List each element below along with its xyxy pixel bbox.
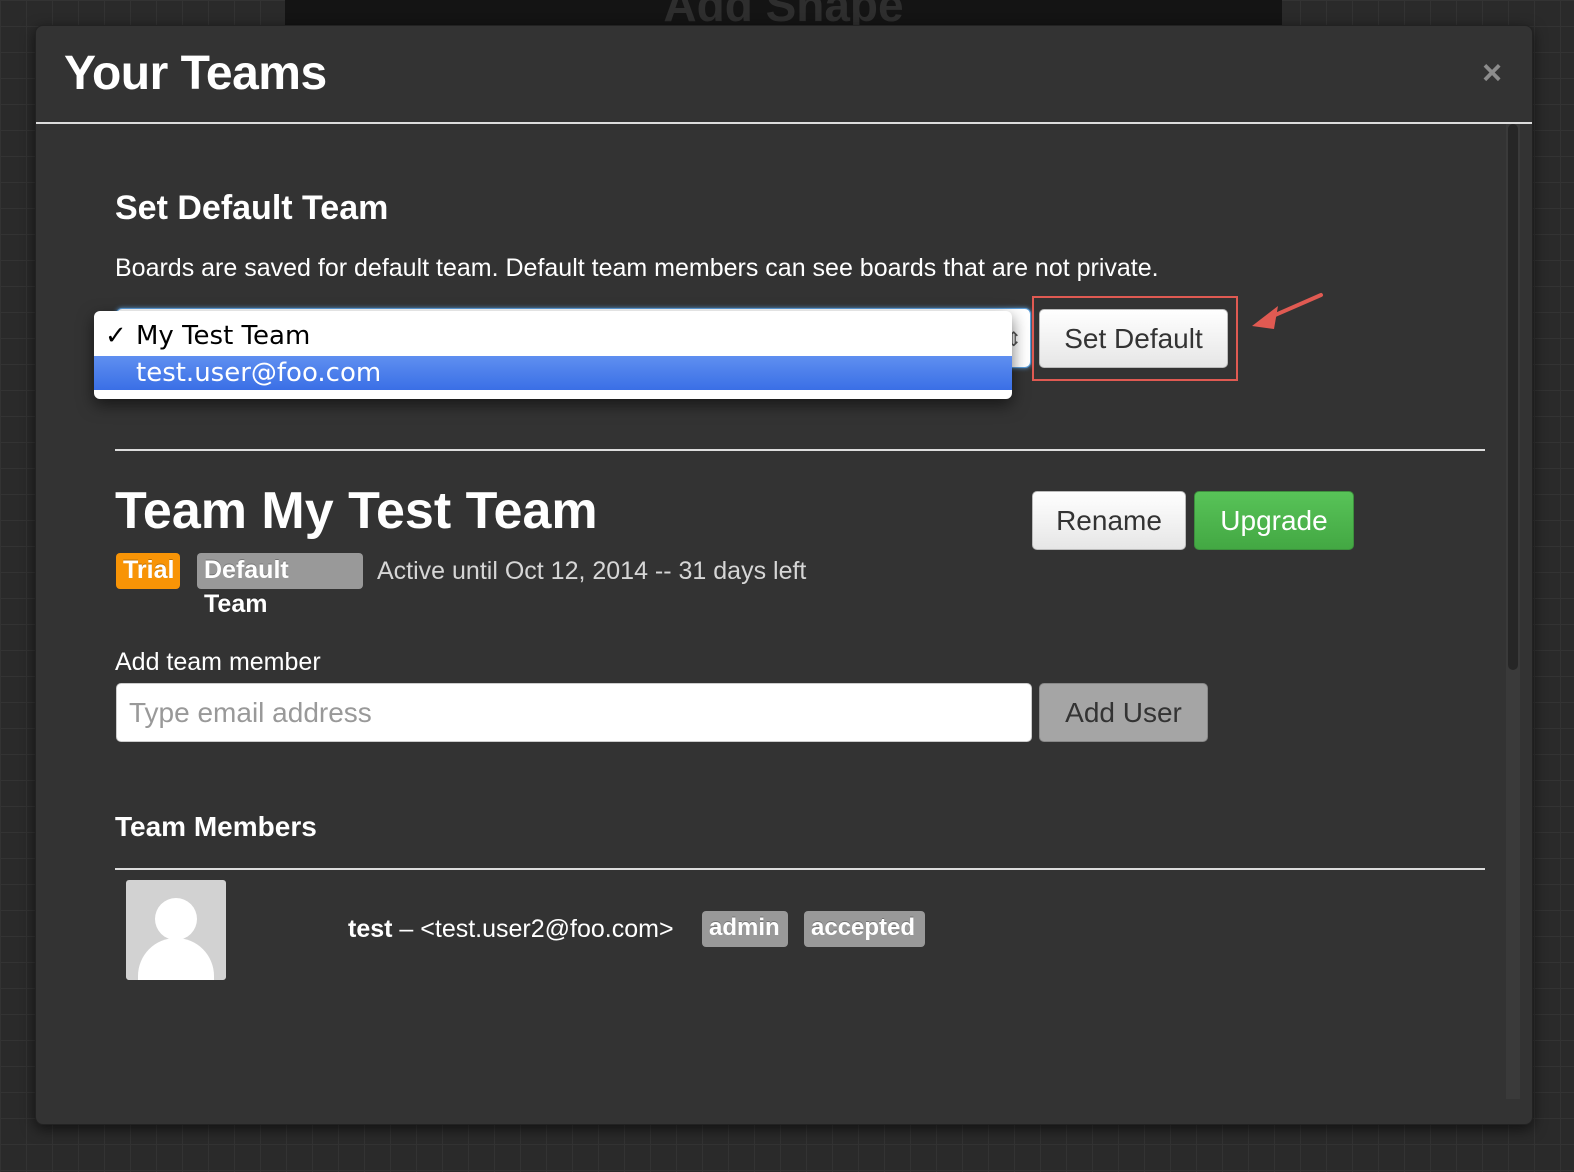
close-icon[interactable]: × <box>1482 56 1502 90</box>
rename-button[interactable]: Rename <box>1032 491 1186 550</box>
checkmark-icon: ✓ <box>105 321 127 351</box>
background-header-title: Add Shape <box>663 0 904 26</box>
dropdown-option-label: test.user@foo.com <box>136 358 382 388</box>
trial-badge: Trial <box>116 553 180 589</box>
member-username: test <box>348 915 393 943</box>
set-default-team-heading: Set Default Team <box>115 189 389 227</box>
upgrade-button[interactable]: Upgrade <box>1194 491 1354 550</box>
set-default-button[interactable]: Set Default <box>1039 309 1228 368</box>
team-status-text: Active until Oct 12, 2014 -- 31 days lef… <box>377 557 807 585</box>
avatar-head <box>155 898 197 940</box>
email-field[interactable] <box>116 683 1032 742</box>
role-badge: admin <box>702 911 788 947</box>
member-name: test – <test.user2@foo.com> <box>348 915 674 944</box>
dropdown-option-label: My Test Team <box>136 321 311 351</box>
modal-header: Your Teams × <box>36 26 1532 124</box>
team-title: Team My Test Team <box>115 482 598 540</box>
team-dropdown-menu: ✓ My Test Team test.user@foo.com <box>94 311 1012 399</box>
status-badge: accepted <box>804 911 925 947</box>
team-members-heading: Team Members <box>115 811 317 842</box>
member-separator: – <box>399 915 414 943</box>
avatar-body <box>138 938 214 980</box>
add-user-button[interactable]: Add User <box>1039 683 1208 742</box>
teams-modal: Your Teams × Set Default Team Boards are… <box>35 25 1533 1125</box>
modal-title: Your Teams <box>64 47 327 100</box>
scrollbar-thumb[interactable] <box>1508 124 1518 670</box>
members-divider <box>115 868 1485 870</box>
member-email: <test.user2@foo.com> <box>420 915 674 943</box>
default-team-description: Boards are saved for default team. Defau… <box>115 254 1159 282</box>
avatar <box>126 880 226 980</box>
section-divider <box>115 449 1485 451</box>
scrollbar[interactable] <box>1506 124 1520 1099</box>
dropdown-option-my-test-team[interactable]: ✓ My Test Team <box>94 319 1012 353</box>
annotation-arrow-icon <box>1252 293 1323 329</box>
add-team-member-label: Add team member <box>115 648 321 676</box>
background-header: Add Shape <box>285 0 1282 26</box>
dropdown-option-test-user[interactable]: test.user@foo.com <box>94 356 1012 390</box>
default-team-badge: Default Team <box>197 553 363 618</box>
